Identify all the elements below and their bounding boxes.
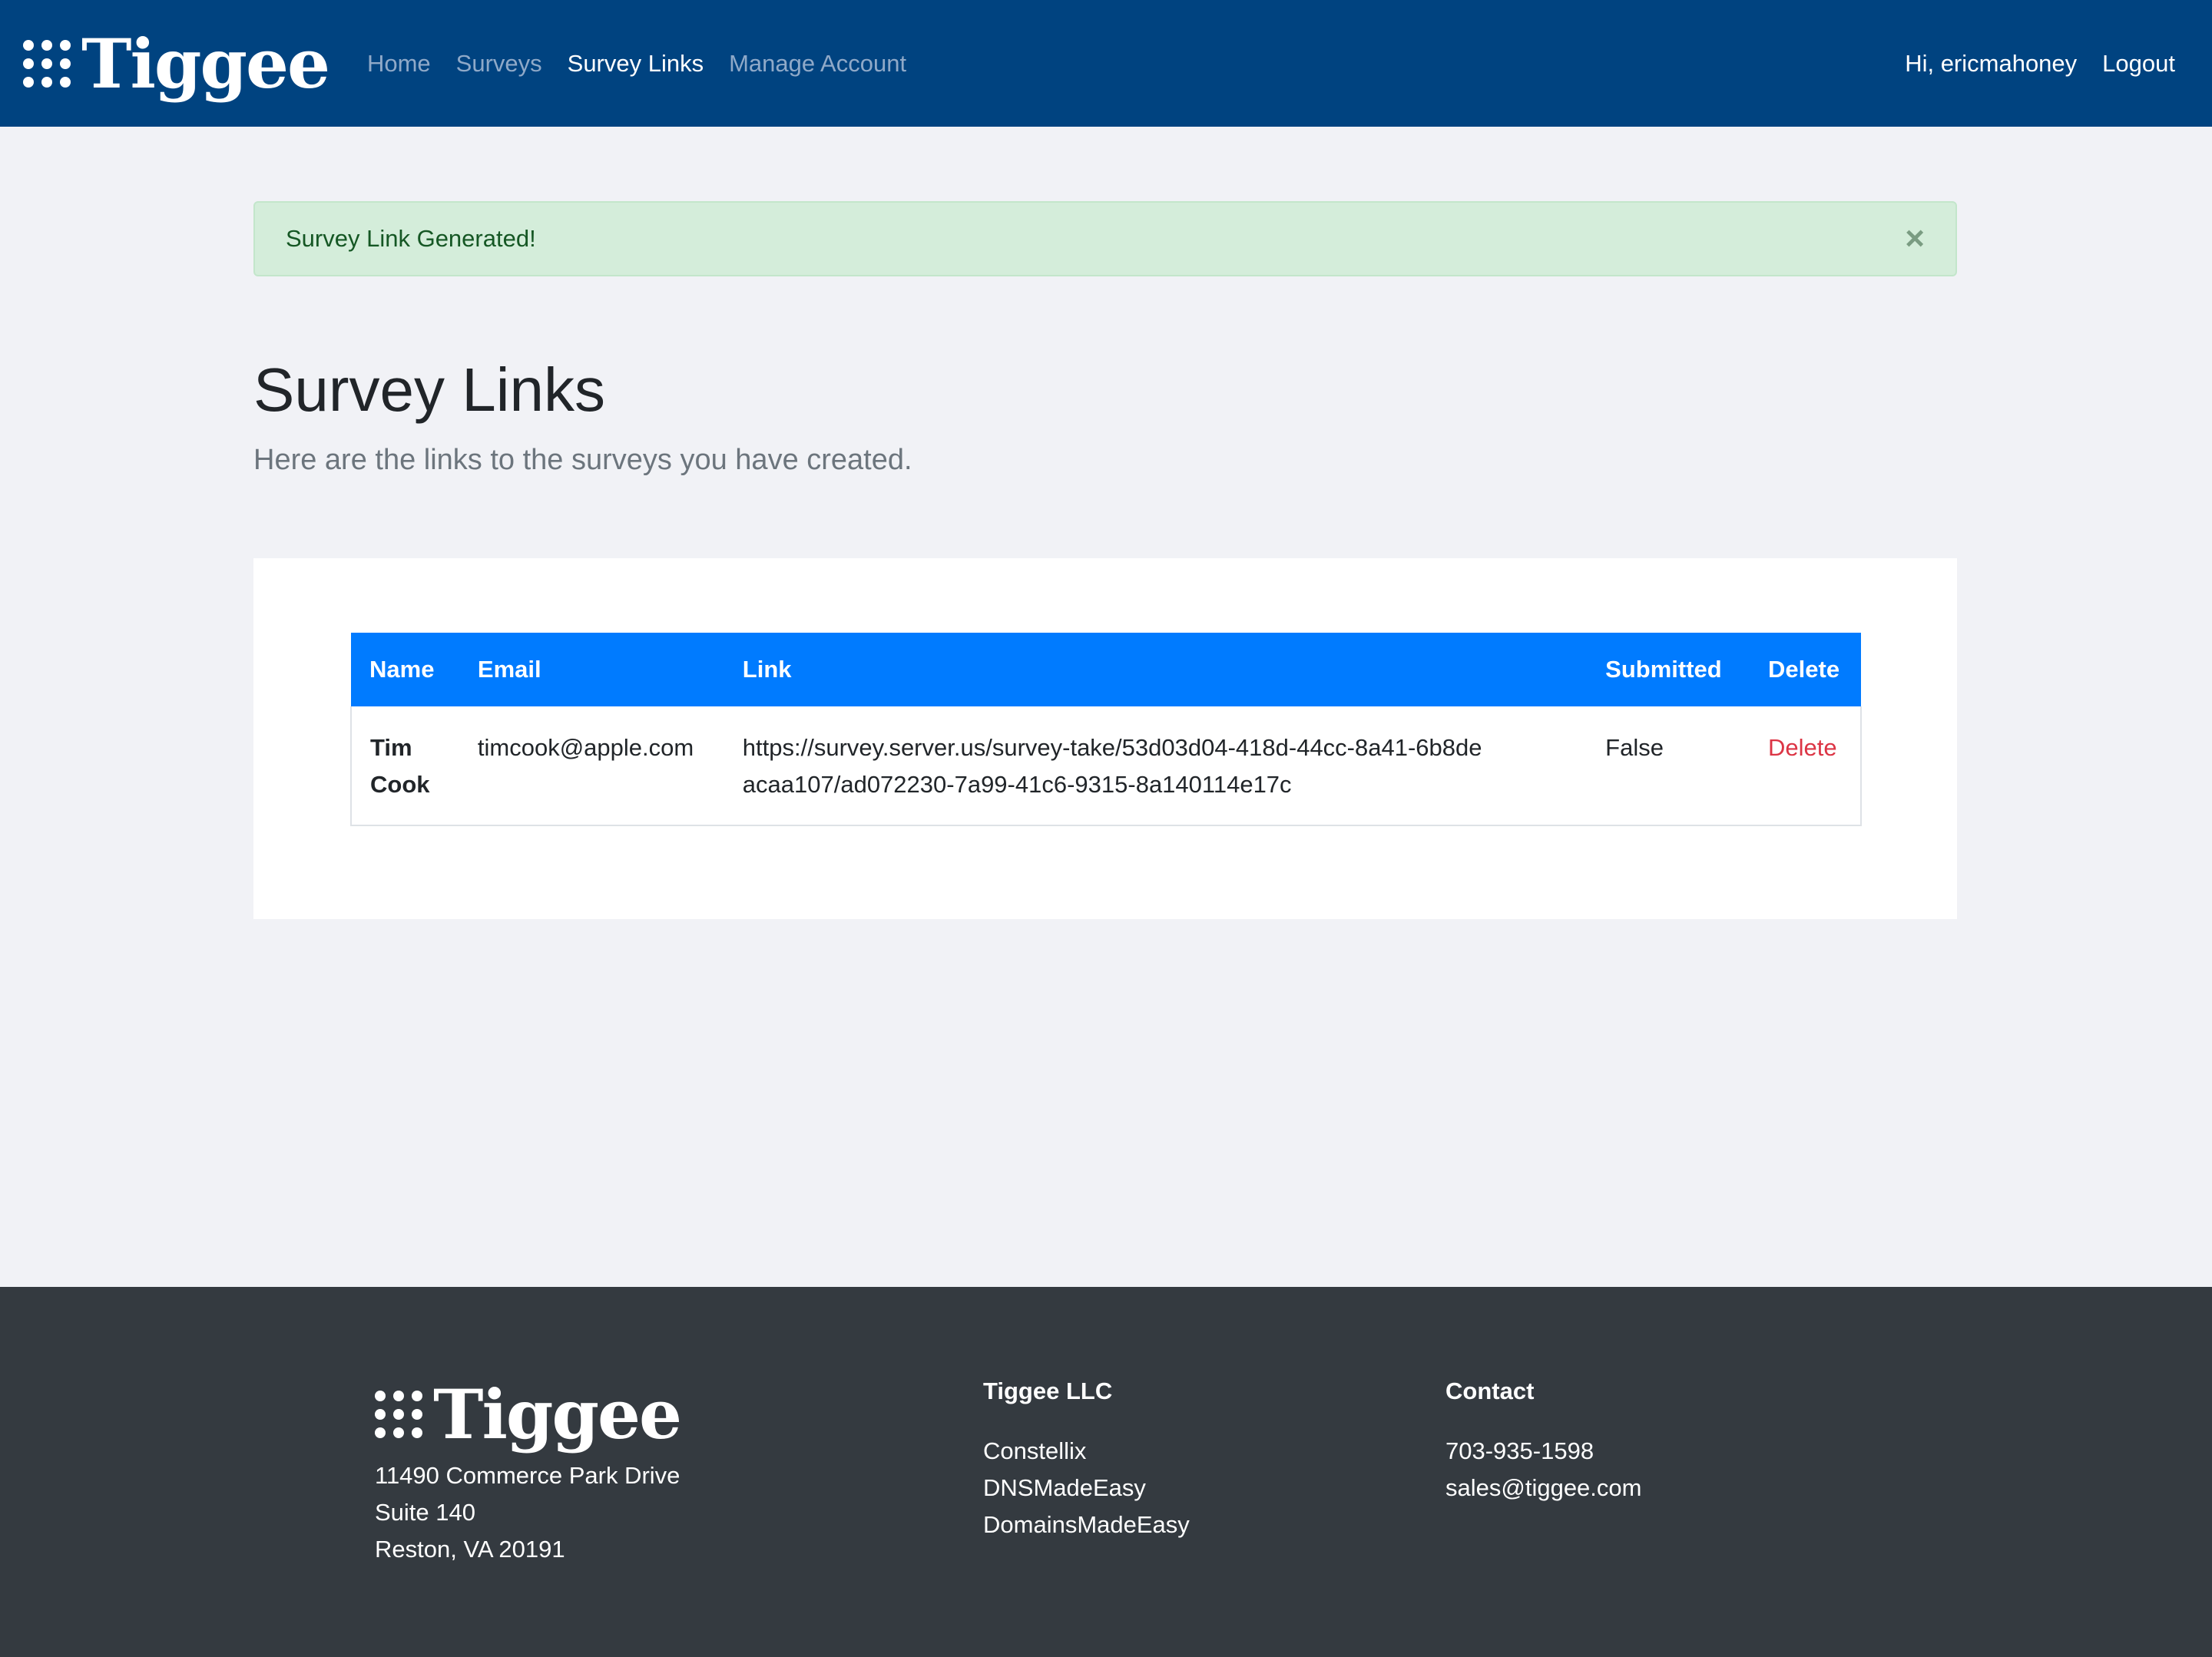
footer-address: 11490 Commerce Park Drive Suite 140 Rest…	[375, 1457, 680, 1568]
footer-phone[interactable]: 703-935-1598	[1445, 1433, 1641, 1470]
main-nav: Home Surveys Survey Links Manage Account	[367, 50, 932, 78]
footer-contact-heading: Contact	[1445, 1378, 1535, 1404]
footer: Tiggee 11490 Commerce Park Drive Suite 1…	[0, 1287, 2212, 1657]
column-header-link: Link	[742, 656, 792, 683]
nav-manage-account[interactable]: Manage Account	[729, 50, 906, 78]
brand-name: Tiggee	[81, 23, 330, 104]
logout-link[interactable]: Logout	[2102, 50, 2175, 78]
logo-dots-icon	[23, 39, 71, 88]
footer-contact-column: Contact 703-935-1598 sales@tiggee.com	[1445, 1373, 1641, 1507]
cell-submitted: False	[1605, 734, 1664, 761]
address-line: 11490 Commerce Park Drive	[375, 1462, 680, 1489]
footer-brand-name: Tiggee	[433, 1374, 682, 1454]
nav-home[interactable]: Home	[367, 50, 431, 78]
cell-name: Tim Cook	[370, 734, 430, 798]
delete-link[interactable]: Delete	[1768, 734, 1837, 761]
column-header-delete: Delete	[1768, 656, 1840, 683]
user-greeting[interactable]: Hi, ericmahoney	[1905, 50, 2077, 78]
column-header-submitted: Submitted	[1605, 656, 1722, 683]
address-line: Suite 140	[375, 1499, 475, 1526]
brand-logo[interactable]: Tiggee	[23, 23, 330, 104]
survey-links-table: Name Email Link Submitted Delete Tim Coo…	[350, 633, 1862, 826]
footer-company-column: Tiggee LLC Constellix DNSMadeEasy Domain…	[983, 1373, 1190, 1543]
footer-email[interactable]: sales@tiggee.com	[1445, 1470, 1641, 1507]
success-alert: Survey Link Generated! ×	[253, 201, 1957, 276]
table-row: Tim Cook timcook@apple.com https://surve…	[351, 706, 1861, 825]
close-icon[interactable]: ×	[1905, 222, 1925, 256]
top-navbar: Tiggee Home Surveys Survey Links Manage …	[0, 0, 2212, 127]
alert-message: Survey Link Generated!	[286, 225, 536, 252]
cell-delete: Delete	[1750, 706, 1861, 825]
footer-link-domainsmadeeasy[interactable]: DomainsMadeEasy	[983, 1507, 1190, 1543]
cell-email: timcook@apple.com	[477, 734, 694, 761]
survey-links-card: Name Email Link Submitted Delete Tim Coo…	[253, 558, 1957, 919]
table-header-row: Name Email Link Submitted Delete	[351, 633, 1861, 706]
footer-company-heading: Tiggee LLC	[983, 1378, 1113, 1404]
user-nav: Hi, ericmahoney Logout	[1879, 50, 2175, 78]
cell-link[interactable]: https://survey.server.us/survey-take/53d…	[724, 706, 1587, 825]
footer-logo: Tiggee	[375, 1374, 682, 1454]
footer-link-constellix[interactable]: Constellix	[983, 1433, 1190, 1470]
page-subtitle: Here are the links to the surveys you ha…	[253, 444, 912, 476]
page-title: Survey Links	[253, 356, 605, 424]
nav-survey-links[interactable]: Survey Links	[568, 50, 704, 78]
logo-dots-icon	[375, 1391, 422, 1438]
address-line: Reston, VA 20191	[375, 1536, 565, 1563]
column-header-name: Name	[369, 656, 435, 683]
nav-surveys[interactable]: Surveys	[456, 50, 542, 78]
footer-link-dnsmadeeasy[interactable]: DNSMadeEasy	[983, 1470, 1190, 1507]
column-header-email: Email	[477, 656, 541, 683]
